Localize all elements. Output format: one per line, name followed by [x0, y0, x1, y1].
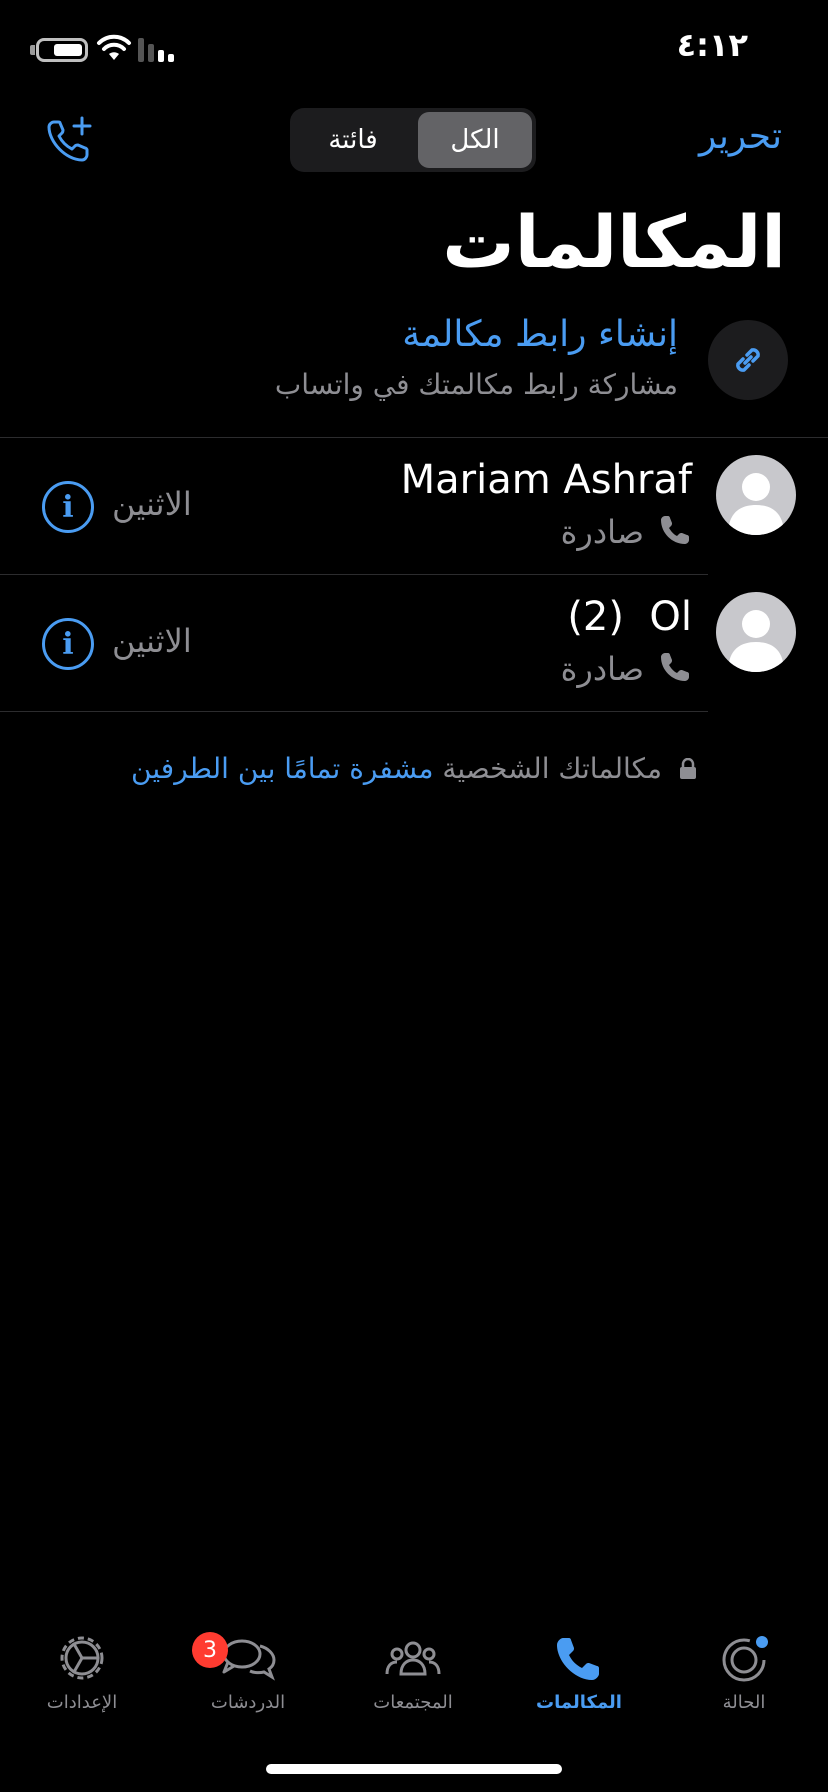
tab-settings[interactable]: الإعدادات	[12, 1630, 152, 1740]
create-call-link-subtitle: مشاركة رابط مكالمتك في واتساب	[274, 368, 678, 401]
battery-tip	[30, 45, 35, 55]
phone-icon	[557, 1638, 599, 1680]
call-day: الاثنين	[112, 622, 192, 660]
segment-missed[interactable]: فائتة	[294, 112, 412, 168]
add-call-icon[interactable]	[44, 114, 96, 166]
avatar	[716, 592, 796, 672]
cellular-signal-icon	[138, 38, 174, 62]
info-icon[interactable]: i	[42, 481, 94, 533]
avatar	[716, 455, 796, 535]
chats-unread-badge: 3	[192, 1632, 228, 1668]
tab-communities[interactable]: المجتمعات	[343, 1630, 483, 1740]
contact-name: Mariam Ashraf	[400, 457, 692, 503]
battery-icon	[36, 38, 88, 62]
home-indicator[interactable]	[266, 1764, 562, 1774]
encryption-note-link[interactable]: مشفرة تمامًا بين الطرفين	[131, 752, 433, 785]
call-day: الاثنين	[112, 485, 192, 523]
call-row[interactable]: Mariam Ashraf صادرة الاثنين i	[0, 437, 828, 574]
outgoing-call-icon	[661, 516, 689, 544]
row-divider	[0, 711, 708, 712]
tab-chats-label: الدردشات	[210, 1692, 286, 1713]
tab-status[interactable]: الحالة	[674, 1630, 814, 1740]
encryption-note: مكالماتك الشخصية مشفرة تمامًا بين الطرفي…	[0, 752, 828, 785]
status-icon	[722, 1636, 768, 1682]
lock-icon	[679, 757, 696, 779]
wifi-icon	[97, 34, 131, 60]
encryption-note-prefix: مكالماتك الشخصية	[442, 752, 663, 785]
call-direction-label: صادرة	[560, 513, 644, 551]
create-call-link-button[interactable]	[708, 320, 788, 400]
tab-status-label: الحالة	[722, 1692, 766, 1713]
default-avatar-icon	[728, 473, 784, 535]
outgoing-call-icon	[661, 653, 689, 681]
contact-name: (2) Ol	[567, 594, 692, 640]
calls-filter-segmented-control: الكل فائتة	[290, 108, 536, 172]
call-direction-label: صادرة	[560, 650, 644, 688]
call-direction: صادرة	[561, 650, 692, 688]
default-avatar-icon	[728, 610, 784, 672]
tab-calls[interactable]: المكالمات	[509, 1630, 649, 1740]
tab-settings-label: الإعدادات	[46, 1692, 118, 1713]
edit-button[interactable]: تحرير	[699, 116, 782, 157]
info-icon[interactable]: i	[42, 618, 94, 670]
settings-gear-icon	[60, 1636, 104, 1680]
link-icon	[736, 348, 760, 372]
create-call-link-title[interactable]: إنشاء رابط مكالمة	[402, 314, 678, 355]
tab-calls-label: المكالمات	[536, 1692, 622, 1713]
segment-all[interactable]: الكل	[418, 112, 532, 168]
page-title: المكالمات	[442, 200, 786, 284]
chats-icon	[222, 1639, 276, 1681]
status-time: ٤:١٢	[676, 26, 748, 64]
communities-icon	[385, 1641, 441, 1676]
call-direction: صادرة	[561, 513, 692, 551]
call-row[interactable]: (2) Ol صادرة الاثنين i	[0, 574, 828, 711]
tab-communities-label: المجتمعات	[373, 1692, 453, 1713]
